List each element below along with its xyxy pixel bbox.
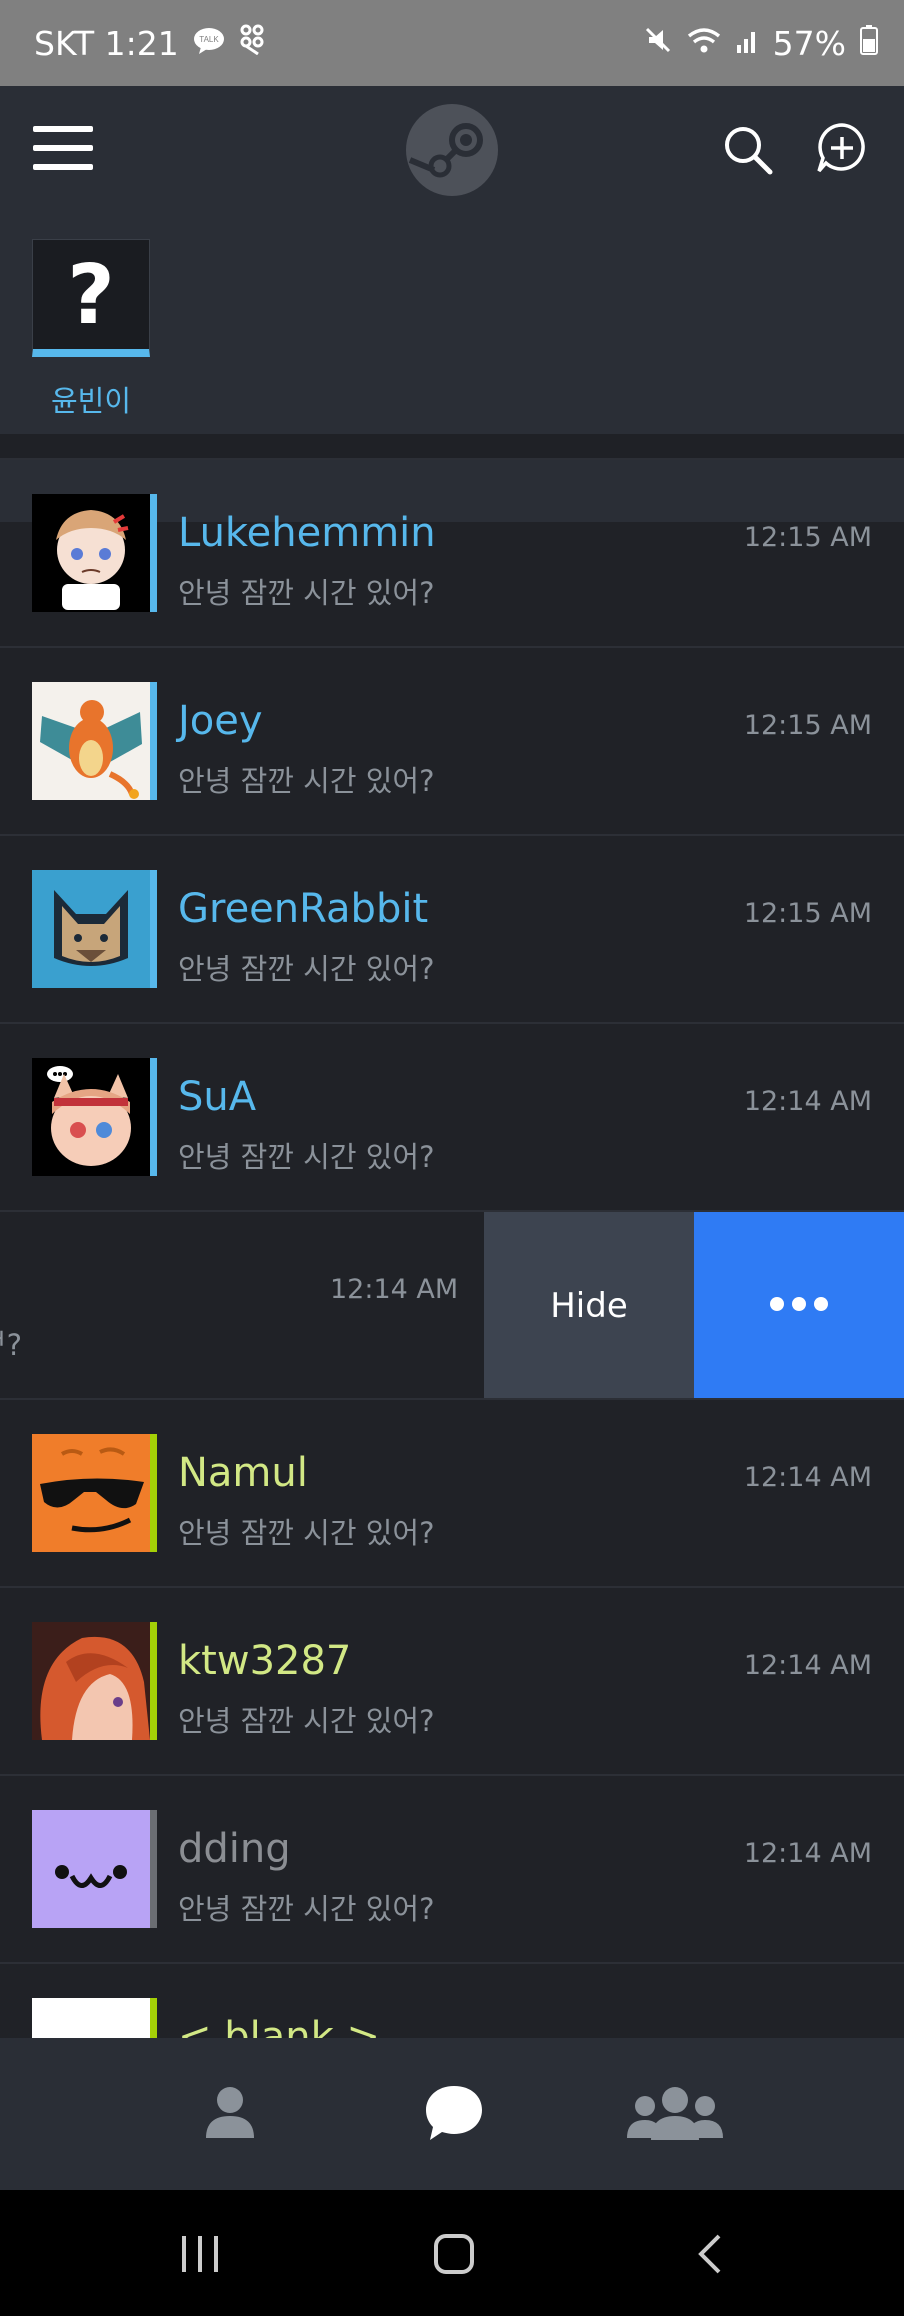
chat-row-joey[interactable]: Joey 안녕 잠깐 시간 있어? 12:15 AM	[0, 646, 904, 834]
status-stripe	[150, 1622, 157, 1740]
chat-row-sua[interactable]: SuA 안녕 잠깐 시간 있어? 12:14 AM	[0, 1022, 904, 1210]
avatar	[32, 682, 150, 800]
wifi-icon	[687, 24, 721, 63]
status-stripe	[150, 870, 157, 988]
status-stripe	[150, 1058, 157, 1176]
back-icon[interactable]	[680, 2224, 740, 2284]
battery-percent: 57%	[772, 23, 846, 63]
app-icon	[239, 23, 265, 63]
contact-name: < blank >	[178, 2014, 380, 2038]
last-message: 안녕 잠깐 시간 있어?	[178, 1704, 435, 1738]
avatar	[32, 870, 150, 988]
message-time: 12:15 AM	[743, 710, 872, 741]
last-message: 안녕 잠깐 시간 있어?	[178, 576, 435, 610]
hide-button[interactable]: Hide	[484, 1212, 694, 1400]
chat-row-blank[interactable]: < blank >	[0, 1962, 904, 2038]
message-time: 12:14 AM	[743, 1462, 872, 1493]
home-icon[interactable]	[424, 2224, 484, 2284]
chat-row-dding[interactable]: dding 안녕 잠깐 시간 있어? 12:14 AM	[0, 1774, 904, 1962]
more-button[interactable]	[694, 1212, 904, 1400]
recents-icon[interactable]	[170, 2224, 230, 2284]
avatar	[32, 1998, 150, 2038]
status-stripe	[150, 494, 157, 612]
my-name: 윤빈이	[50, 384, 132, 418]
chat-row-ktw3287[interactable]: ktw3287 안녕 잠깐 시간 있어? 12:14 AM	[0, 1586, 904, 1774]
bottom-nav	[0, 2038, 904, 2190]
avatar	[32, 494, 150, 612]
profile-icon[interactable]	[180, 2072, 280, 2152]
status-stripe	[150, 682, 157, 800]
contact-name: Namul	[178, 1450, 308, 1496]
swiped-row-content[interactable]: ᅥ? 12:14 AM	[0, 1212, 484, 1400]
steam-logo	[406, 104, 498, 196]
divider	[0, 434, 904, 458]
avatar	[32, 1058, 150, 1176]
contact-name: dding	[178, 1826, 291, 1872]
talk-icon: TALK	[193, 24, 225, 63]
last-message: 안녕 잠깐 시간 있어?	[178, 952, 435, 986]
add-chat-icon[interactable]	[816, 122, 868, 174]
signal-icon	[735, 24, 759, 63]
last-message: 안녕 잠깐 시간 있어?	[178, 764, 435, 798]
android-nav-bar	[0, 2190, 904, 2316]
message-time: 12:14 AM	[743, 1650, 872, 1681]
more-icon	[769, 1296, 829, 1316]
chat-row-lukehemmin[interactable]: Lukehemmin 안녕 잠깐 시간 있어? 12:15 AM	[0, 458, 904, 646]
status-stripe	[150, 1998, 157, 2038]
carrier-time: SKT 1:21	[34, 23, 179, 63]
chat-row-swiped[interactable]: ᅥ? 12:14 AM Hide	[0, 1210, 904, 1400]
contact-name: ktw3287	[178, 1638, 352, 1684]
last-message: 안녕 잠깐 시간 있어?	[178, 1516, 435, 1550]
chat-icon[interactable]	[404, 2072, 504, 2152]
chat-row-greenrabbit[interactable]: GreenRabbit 안녕 잠깐 시간 있어? 12:15 AM	[0, 834, 904, 1022]
chat-list: Lukehemmin 안녕 잠깐 시간 있어? 12:15 AM Joey 안녕…	[0, 458, 904, 2038]
chat-row-namul[interactable]: Namul 안녕 잠깐 시간 있어? 12:14 AM	[0, 1398, 904, 1586]
contact-name: GreenRabbit	[178, 886, 429, 932]
battery-icon	[860, 24, 878, 63]
contact-name: SuA	[178, 1074, 257, 1120]
search-icon[interactable]	[722, 124, 774, 176]
my-avatar[interactable]: ?	[32, 239, 150, 357]
svg-text:TALK: TALK	[199, 35, 219, 44]
message-time: 12:14 AM	[330, 1274, 459, 1305]
last-message: 안녕 잠깐 시간 있어?	[178, 1892, 435, 1926]
status-stripe	[150, 1434, 157, 1552]
last-message: 안녕 잠깐 시간 있어?	[178, 1140, 435, 1174]
friends-icon[interactable]	[620, 2072, 730, 2152]
message-time: 12:14 AM	[743, 1086, 872, 1117]
message-time: 12:14 AM	[743, 1838, 872, 1869]
message-time: 12:15 AM	[743, 522, 872, 553]
status-stripe	[150, 1810, 157, 1928]
avatar	[32, 1810, 150, 1928]
mute-icon	[643, 24, 673, 63]
status-bar: SKT 1:21 TALK 57%	[0, 0, 904, 86]
contact-name: Joey	[178, 698, 263, 744]
last-message: ᅥ?	[0, 1328, 23, 1362]
menu-icon[interactable]	[33, 126, 93, 178]
message-time: 12:15 AM	[743, 898, 872, 929]
contact-name: Lukehemmin	[178, 510, 436, 556]
avatar	[32, 1622, 150, 1740]
avatar	[32, 1434, 150, 1552]
